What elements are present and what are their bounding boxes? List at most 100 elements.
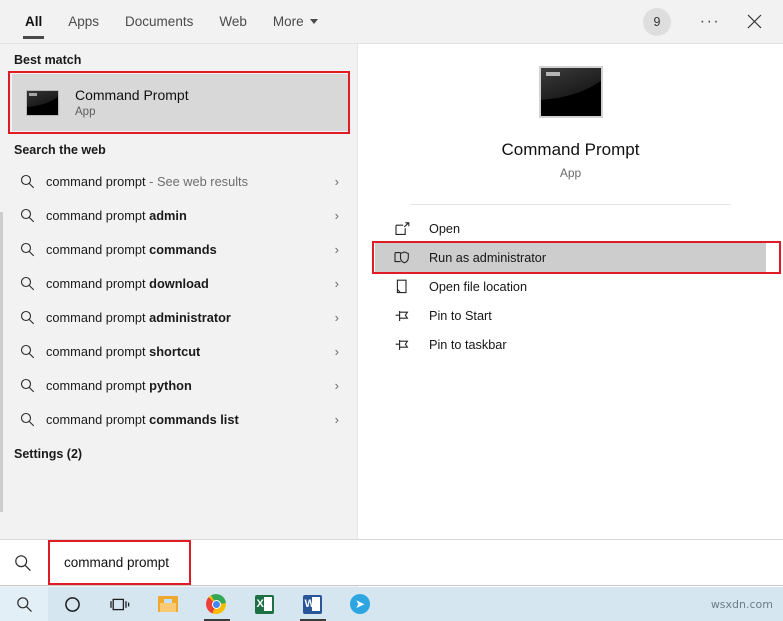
web-result-label: command prompt admin: [46, 207, 187, 223]
web-result-label: command prompt commands: [46, 241, 217, 257]
chevron-right-icon: ›: [334, 309, 339, 325]
close-icon: [747, 14, 761, 29]
tab-documents-label: Documents: [125, 14, 194, 29]
tab-more[interactable]: More: [260, 0, 331, 44]
action-open-file-location-label: Open file location: [429, 279, 528, 294]
search-icon: [20, 412, 46, 427]
app-actions-list: Open Run as administrator Open file loca…: [358, 214, 783, 359]
tab-documents[interactable]: Documents: [112, 0, 206, 44]
settings-heading: Settings (2): [14, 447, 83, 461]
results-scrollbar-track[interactable]: [0, 122, 3, 562]
web-result-label: command prompt - See web results: [46, 173, 248, 189]
taskbar-excel-button[interactable]: X: [240, 587, 288, 621]
command-prompt-icon: [26, 89, 59, 116]
action-pin-to-taskbar[interactable]: Pin to taskbar: [375, 330, 766, 359]
pin-icon: [393, 309, 411, 323]
taskbar-cortana-button[interactable]: [48, 587, 96, 621]
tab-all[interactable]: All: [12, 0, 55, 44]
tab-more-label: More: [272, 14, 304, 29]
web-result-item[interactable]: command prompt shortcut ›: [6, 334, 349, 368]
best-match-heading: Best match: [14, 53, 82, 67]
shield-run-icon: [393, 250, 411, 265]
search-icon: [20, 344, 46, 359]
search-icon: [20, 174, 46, 189]
web-result-item[interactable]: command prompt - See web results ›: [6, 164, 349, 198]
web-result-item[interactable]: command prompt download ›: [6, 266, 349, 300]
chevron-right-icon: ›: [334, 377, 339, 393]
search-icon: [20, 276, 46, 291]
search-input-wrap[interactable]: command prompt: [48, 540, 783, 585]
open-external-icon: [393, 221, 411, 236]
folder-icon: [158, 596, 178, 612]
tab-all-label: All: [25, 14, 43, 29]
action-open[interactable]: Open: [375, 214, 766, 243]
web-results-list: command prompt - See web results › command…: [6, 164, 357, 436]
chevron-right-icon: ›: [334, 207, 339, 223]
tab-web[interactable]: Web: [206, 0, 260, 44]
web-result-item[interactable]: command prompt admin ›: [6, 198, 349, 232]
chevron-right-icon: ›: [334, 343, 339, 359]
excel-icon: X: [254, 594, 274, 614]
folder-page-icon: [393, 279, 411, 294]
search-icon: [20, 378, 46, 393]
results-scrollbar-thumb[interactable]: [0, 212, 3, 512]
word-icon: W: [302, 594, 322, 614]
web-result-label: command prompt administrator: [46, 309, 231, 325]
more-options-button[interactable]: ···: [689, 0, 731, 44]
web-result-item[interactable]: command prompt commands list ›: [6, 402, 349, 436]
preview-divider: [410, 204, 731, 205]
action-pin-to-start[interactable]: Pin to Start: [375, 301, 766, 330]
tab-apps[interactable]: Apps: [55, 0, 112, 44]
chevron-down-icon: [309, 19, 318, 24]
web-result-label: command prompt download: [46, 275, 209, 291]
taskbar-telegram-button[interactable]: ➤: [336, 587, 384, 621]
web-result-item[interactable]: command prompt python ›: [6, 368, 349, 402]
watermark: wsxdn.com: [710, 597, 773, 611]
ellipsis-icon: ···: [699, 12, 721, 30]
avatar-badge-label: 9: [653, 14, 661, 29]
best-match-result-wrap: Command Prompt App: [8, 71, 350, 134]
command-prompt-icon-large: [538, 66, 603, 118]
telegram-icon: ➤: [350, 594, 370, 614]
best-match-text: Command Prompt App: [75, 87, 189, 118]
task-view-icon: [110, 598, 130, 610]
chrome-icon: [206, 594, 226, 614]
action-run-as-administrator[interactable]: Run as administrator: [372, 241, 781, 274]
search-icon: [16, 596, 32, 612]
search-input[interactable]: command prompt: [48, 555, 169, 570]
close-button[interactable]: [733, 0, 775, 44]
action-open-label: Open: [429, 221, 461, 236]
header-actions: 9 ···: [643, 0, 783, 44]
circle-icon: [64, 596, 80, 612]
best-match-subtitle: App: [75, 106, 96, 118]
search-icon: [20, 242, 46, 257]
best-match-result[interactable]: Command Prompt App: [12, 74, 349, 131]
web-result-item[interactable]: command prompt administrator ›: [6, 300, 349, 334]
taskbar-search-button[interactable]: [0, 587, 48, 621]
chevron-right-icon: ›: [334, 241, 339, 257]
search-bar[interactable]: command prompt: [0, 539, 783, 586]
taskbar: X W ➤ wsxdn.com: [0, 587, 783, 621]
action-open-file-location[interactable]: Open file location: [375, 272, 766, 301]
search-icon: [14, 554, 32, 572]
start-menu-search-screen: All Apps Documents Web More 9 ··· Best m…: [0, 0, 783, 621]
web-result-item[interactable]: command prompt commands ›: [6, 232, 349, 266]
search-body: Best match Command Prompt App Search the…: [0, 44, 783, 587]
avatar[interactable]: 9: [643, 7, 671, 36]
results-pane: Best match Command Prompt App Search the…: [0, 44, 358, 587]
web-result-label: command prompt commands list: [46, 411, 239, 427]
chevron-right-icon: ›: [334, 275, 339, 291]
taskbar-chrome-button[interactable]: [192, 587, 240, 621]
taskbar-file-explorer-button[interactable]: [144, 587, 192, 621]
tab-apps-label: Apps: [68, 14, 100, 29]
action-run-as-administrator-label: Run as administrator: [429, 250, 547, 265]
chevron-right-icon: ›: [334, 173, 339, 189]
best-match-title: Command Prompt: [75, 87, 189, 103]
search-icon: [20, 208, 46, 223]
taskbar-task-view-button[interactable]: [96, 587, 144, 621]
taskbar-word-button[interactable]: W: [288, 587, 336, 621]
chevron-right-icon: ›: [334, 411, 339, 427]
web-result-label: command prompt shortcut: [46, 343, 201, 359]
web-result-label: command prompt python: [46, 377, 192, 393]
action-pin-to-start-label: Pin to Start: [429, 308, 492, 323]
